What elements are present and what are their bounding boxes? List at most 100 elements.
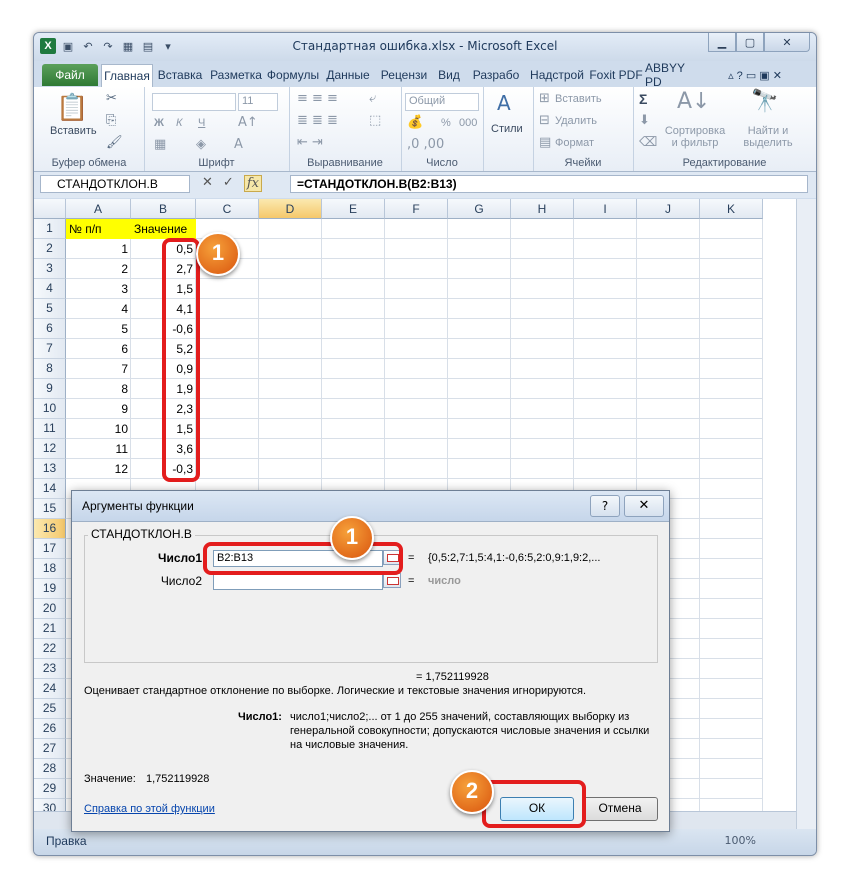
row-header[interactable]: 8 xyxy=(34,359,66,379)
tab-view[interactable]: Вид xyxy=(434,64,464,86)
tab-layout[interactable]: Разметка xyxy=(208,64,264,86)
row-header[interactable]: 19 xyxy=(34,579,66,599)
row-header[interactable]: 25 xyxy=(34,699,66,719)
align-left-icon[interactable]: ≣ ≣ ≣ xyxy=(297,113,338,128)
tab-abbyy[interactable]: ABBYY PD xyxy=(645,61,701,89)
row-header[interactable]: 28 xyxy=(34,759,66,779)
cell-a7[interactable]: 6 xyxy=(66,339,131,359)
styles-icon[interactable]: A xyxy=(497,91,511,115)
merge-icon[interactable]: ⬚ xyxy=(369,113,381,128)
currency-icon[interactable]: 💰 xyxy=(407,115,423,130)
enter-icon[interactable]: ✓ xyxy=(223,175,234,192)
tab-insert[interactable]: Вставка xyxy=(154,64,206,86)
insert-function-button[interactable]: fx xyxy=(243,175,262,192)
select-all-corner[interactable] xyxy=(34,199,66,219)
row-header[interactable]: 22 xyxy=(34,639,66,659)
cell-a12[interactable]: 11 xyxy=(66,439,131,459)
row-header[interactable]: 13 xyxy=(34,459,66,479)
fill-color-icon[interactable]: ◈ xyxy=(196,137,206,152)
paste-label[interactable]: Вставить xyxy=(50,125,97,137)
row-header[interactable]: 4 xyxy=(34,279,66,299)
column-header[interactable]: D xyxy=(259,199,322,219)
tab-developer[interactable]: Разрабо xyxy=(466,64,526,86)
arg2-input[interactable] xyxy=(213,573,383,590)
row-header[interactable]: 10 xyxy=(34,399,66,419)
tab-data[interactable]: Данные xyxy=(323,64,373,86)
row-header[interactable]: 16 xyxy=(34,519,66,539)
column-header[interactable]: K xyxy=(700,199,763,219)
number-format-select[interactable]: Общий xyxy=(405,93,479,111)
font-size-select[interactable]: 11 xyxy=(238,93,278,111)
tab-file[interactable]: Файл xyxy=(42,64,98,86)
font-family-select[interactable] xyxy=(152,93,236,111)
row-header[interactable]: 2 xyxy=(34,239,66,259)
row-header[interactable]: 12 xyxy=(34,439,66,459)
row-header[interactable]: 26 xyxy=(34,719,66,739)
autosum-button[interactable]: Σ xyxy=(639,91,647,107)
row-header[interactable]: 11 xyxy=(34,419,66,439)
font-color-icon[interactable]: A xyxy=(234,137,243,152)
cell-a13[interactable]: 12 xyxy=(66,459,131,479)
cell-a2[interactable]: 1 xyxy=(66,239,131,259)
cell-a3[interactable]: 2 xyxy=(66,259,131,279)
arg2-collapse-button[interactable] xyxy=(383,573,401,588)
decimal-icon[interactable]: ,0 ,00 xyxy=(407,137,444,152)
cell-a4[interactable]: 3 xyxy=(66,279,131,299)
column-header[interactable]: C xyxy=(196,199,259,219)
sort-filter-button[interactable]: Сортировка и фильтр xyxy=(663,125,727,149)
name-box[interactable]: СТАНДОТКЛОН.В xyxy=(40,175,190,193)
row-header[interactable]: 18 xyxy=(34,559,66,579)
dialog-close-button[interactable]: ✕ xyxy=(624,495,664,517)
column-header[interactable]: I xyxy=(574,199,637,219)
help-link[interactable]: Справка по этой функции xyxy=(84,803,215,815)
tab-home[interactable]: Главная xyxy=(101,64,153,87)
grow-font-icon[interactable]: A↑ xyxy=(238,115,258,130)
close-button[interactable]: ✕ xyxy=(764,33,810,52)
row-header[interactable]: 24 xyxy=(34,679,66,699)
help-button[interactable]: ? xyxy=(590,495,620,517)
column-header[interactable]: B xyxy=(131,199,196,219)
underline-button[interactable]: Ч xyxy=(198,117,205,129)
cell-a9[interactable]: 8 xyxy=(66,379,131,399)
row-header[interactable]: 15 xyxy=(34,499,66,519)
row-header[interactable]: 17 xyxy=(34,539,66,559)
vertical-scrollbar[interactable] xyxy=(796,199,816,829)
paste-icon[interactable]: 📋 xyxy=(56,93,88,123)
insert-cells-button[interactable]: Вставить xyxy=(555,93,602,105)
column-header[interactable]: H xyxy=(511,199,574,219)
italic-button[interactable]: К xyxy=(176,117,182,129)
cell-b1[interactable]: Значение xyxy=(131,219,196,239)
indent-icon[interactable]: ⇤ ⇥ xyxy=(297,135,323,150)
cell-a8[interactable]: 7 xyxy=(66,359,131,379)
column-header[interactable]: E xyxy=(322,199,385,219)
tab-addins[interactable]: Надстрой xyxy=(527,64,587,86)
ribbon-controls[interactable]: ▵ ? ▭ ▣ ✕ xyxy=(710,64,800,86)
zoom-level[interactable]: 100% xyxy=(725,834,756,847)
row-header[interactable]: 6 xyxy=(34,319,66,339)
tab-foxit[interactable]: Foxit PDF xyxy=(588,64,644,86)
wrap-text-icon[interactable]: ⤶ xyxy=(369,91,376,106)
row-header[interactable]: 9 xyxy=(34,379,66,399)
bold-button[interactable]: Ж xyxy=(154,117,164,129)
row-header[interactable]: 1 xyxy=(34,219,66,239)
cell-a1[interactable]: № п/п xyxy=(66,219,131,239)
row-header[interactable]: 7 xyxy=(34,339,66,359)
cell-a11[interactable]: 10 xyxy=(66,419,131,439)
delete-cells-button[interactable]: Удалить xyxy=(555,115,597,127)
column-header[interactable]: G xyxy=(448,199,511,219)
find-select-button[interactable]: Найти и выделить xyxy=(737,125,799,149)
row-header[interactable]: 20 xyxy=(34,599,66,619)
cell-a6[interactable]: 5 xyxy=(66,319,131,339)
clear-icon[interactable]: ⌫ xyxy=(639,135,657,150)
cell-a10[interactable]: 9 xyxy=(66,399,131,419)
thousands-button[interactable]: 000 xyxy=(459,117,477,129)
cell-a5[interactable]: 4 xyxy=(66,299,131,319)
cancel-button[interactable]: Отмена xyxy=(582,797,658,821)
column-header[interactable]: J xyxy=(637,199,700,219)
maximize-button[interactable]: ▢ xyxy=(736,33,764,52)
row-header[interactable]: 21 xyxy=(34,619,66,639)
percent-button[interactable]: % xyxy=(441,117,451,129)
format-cells-button[interactable]: Формат xyxy=(555,137,594,149)
row-header[interactable]: 27 xyxy=(34,739,66,759)
minimize-button[interactable]: ▁ xyxy=(708,33,736,52)
